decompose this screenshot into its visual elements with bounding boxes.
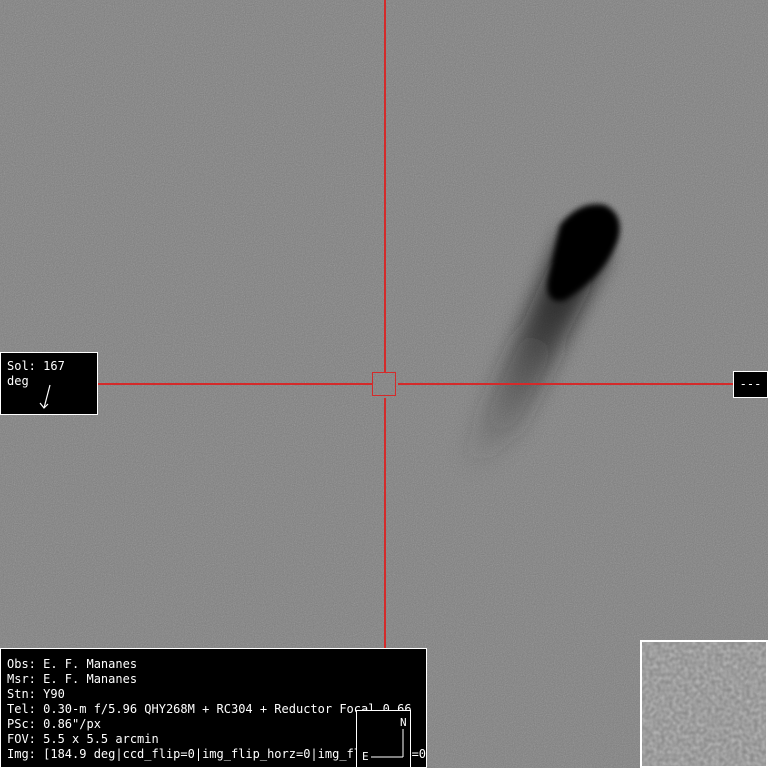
thumbnail-preview xyxy=(640,640,768,768)
crosshair-center-box xyxy=(372,372,396,396)
crosshair-horizontal-right xyxy=(398,383,733,385)
crosshair-horizontal-left xyxy=(97,383,372,385)
compass-east-label: E xyxy=(362,750,369,763)
compass-icon: N E xyxy=(356,710,411,768)
solar-angle-panel: Sol: 167 deg xyxy=(0,352,98,415)
station-line: Stn: Y90 xyxy=(7,687,65,701)
crosshair-vertical-bottom xyxy=(384,398,386,648)
compass-north-label: N xyxy=(400,716,407,729)
measurer-line: Msr: E. F. Mananes xyxy=(7,672,138,686)
observer-line: Obs: E. F. Mananes xyxy=(7,657,138,671)
position-readout: --- xyxy=(733,371,768,398)
arrow-icon xyxy=(39,384,51,409)
crosshair-vertical-top xyxy=(384,0,386,372)
